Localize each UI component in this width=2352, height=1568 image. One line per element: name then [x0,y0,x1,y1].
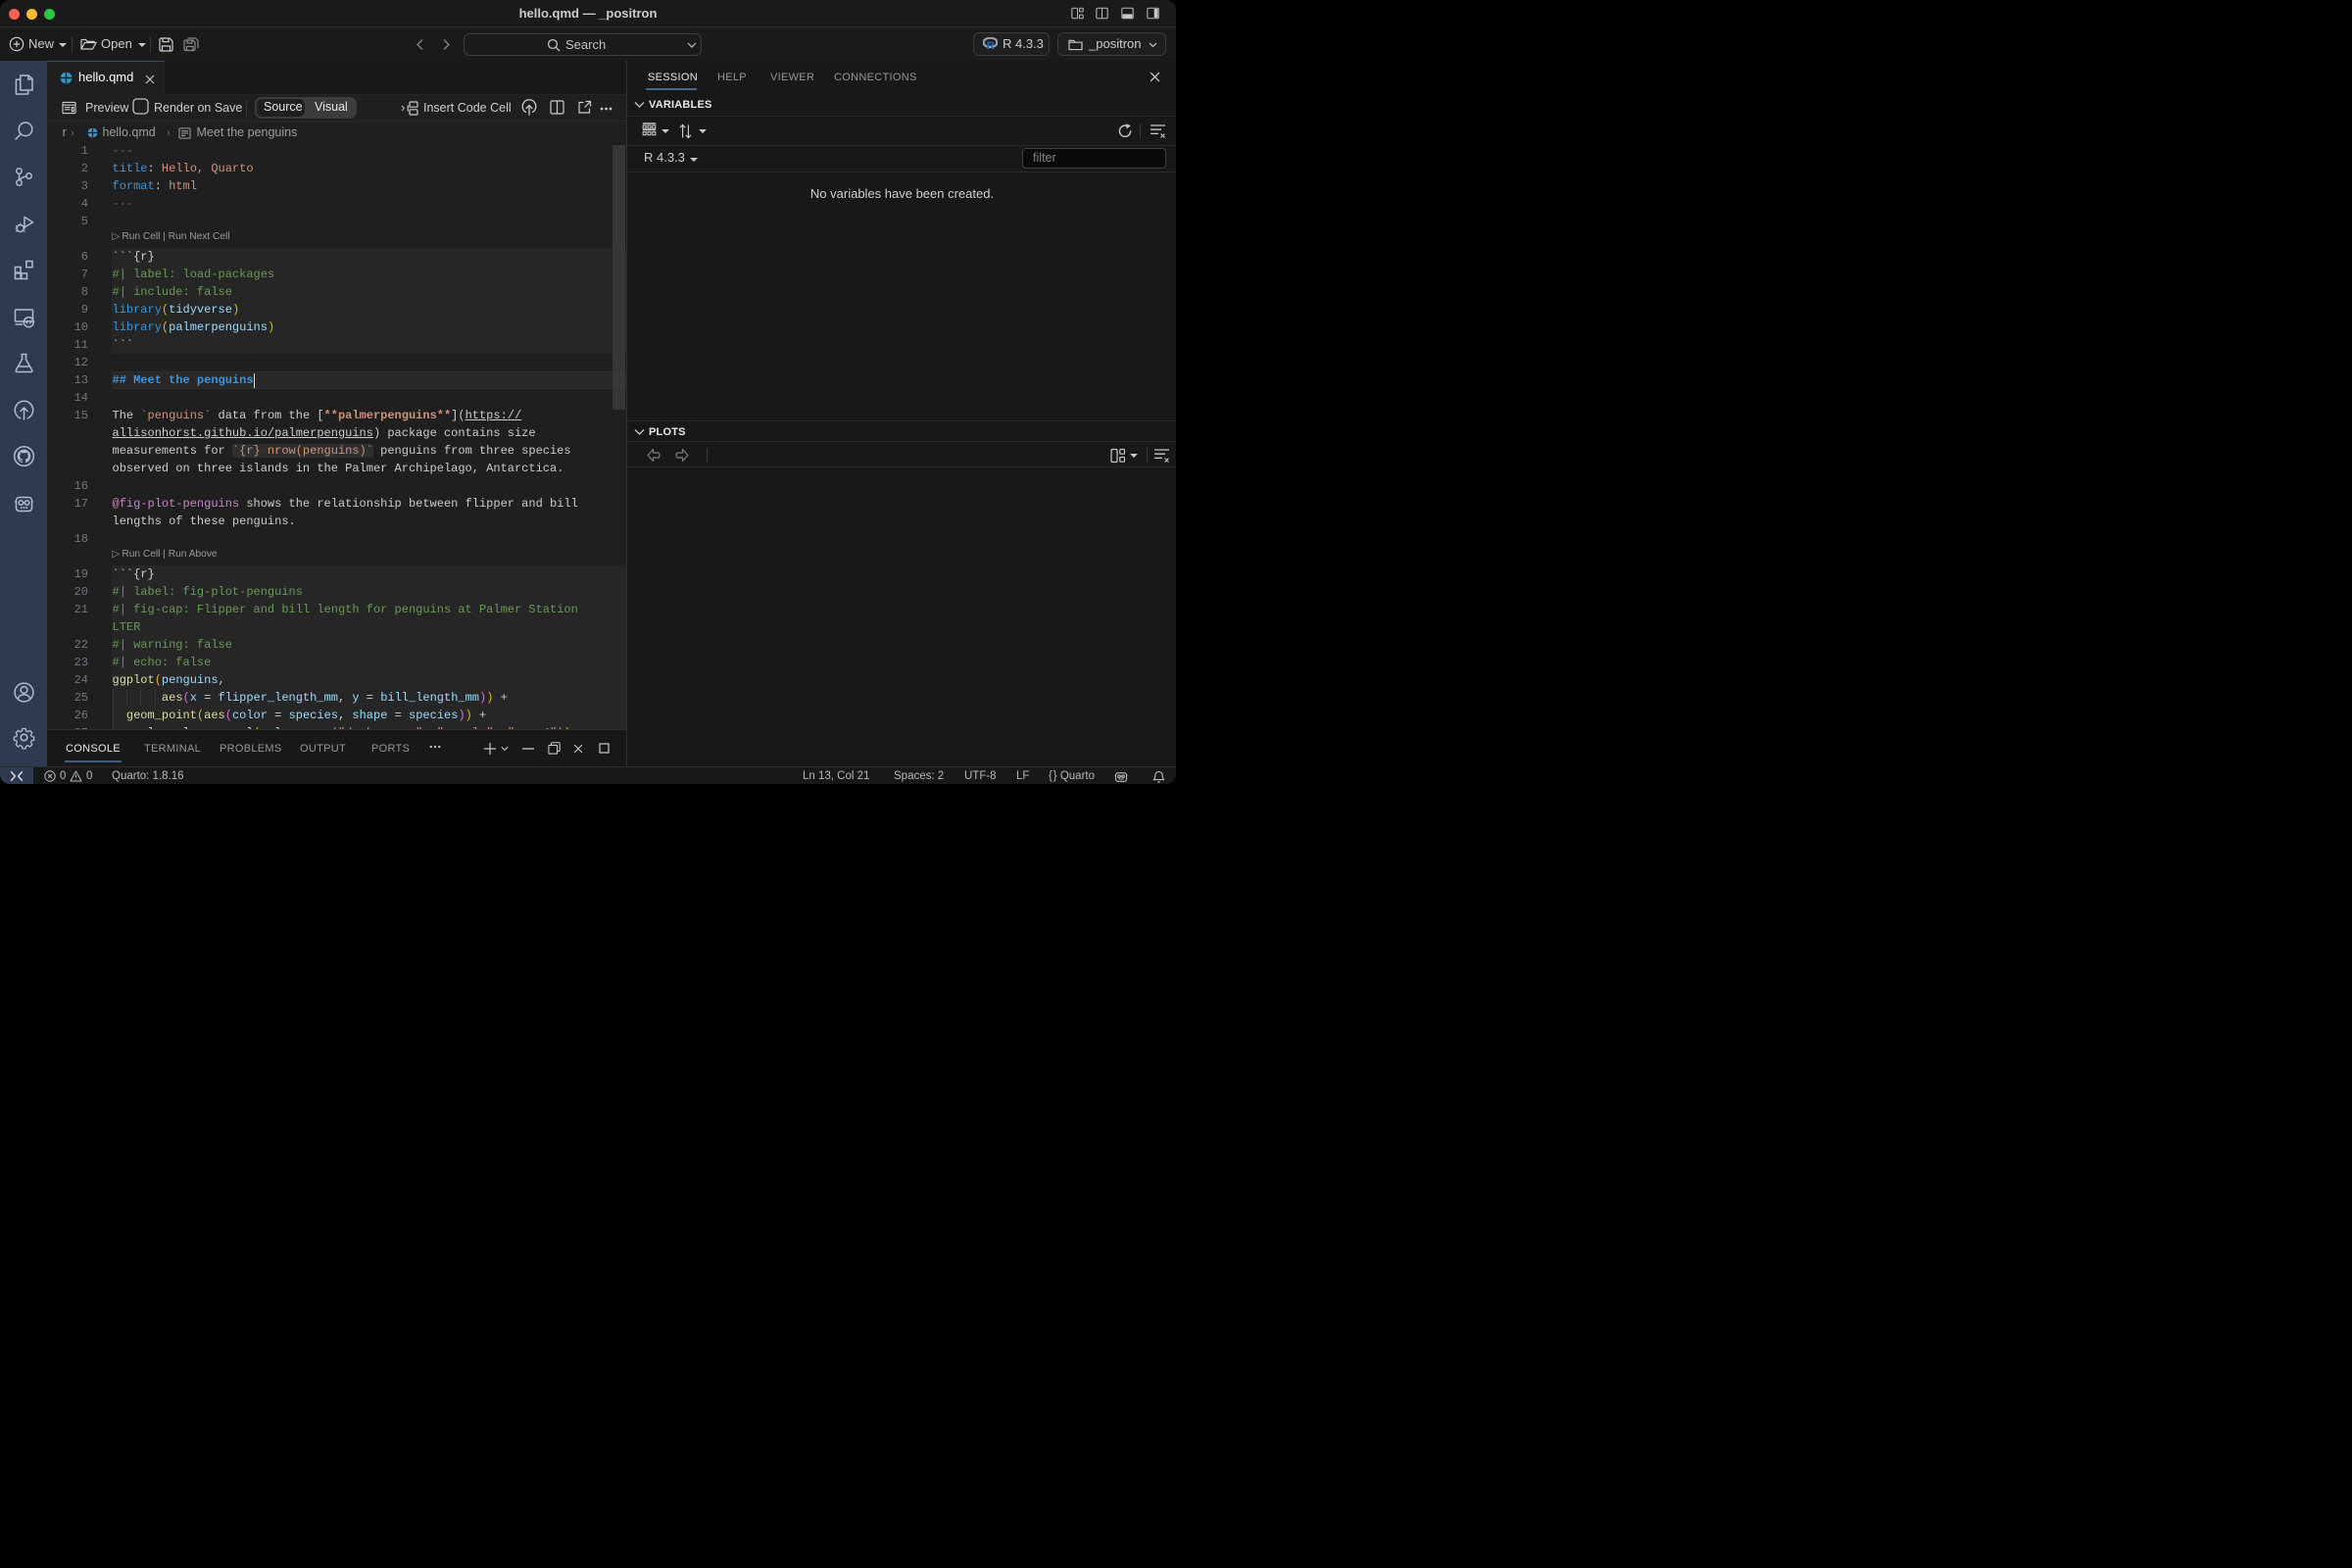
svg-text:R: R [987,40,995,50]
